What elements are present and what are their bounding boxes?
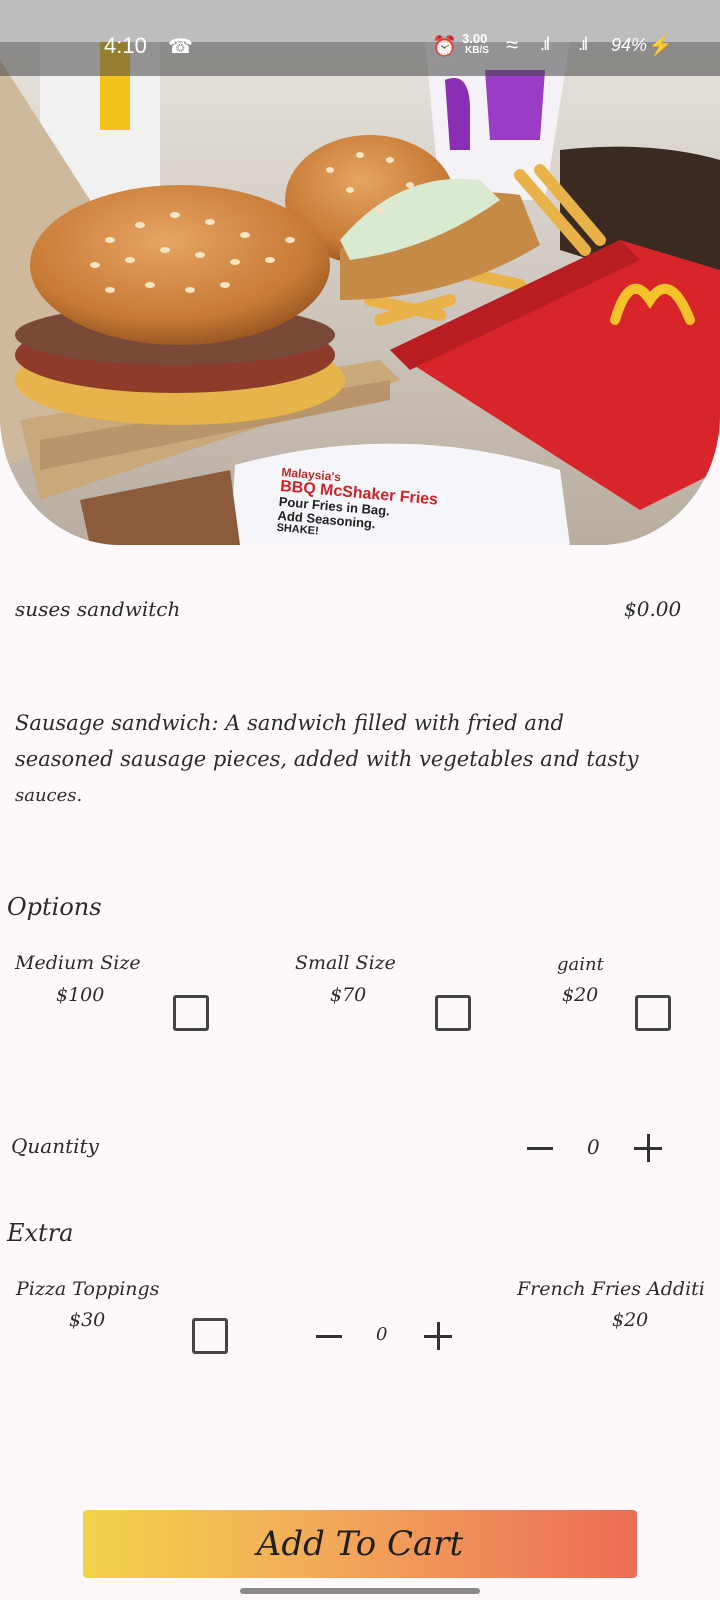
product-name: suses sandwitch: [15, 597, 181, 621]
charging-icon: ⚡: [648, 35, 673, 57]
add-to-cart-button[interactable]: Add To Cart: [83, 1510, 637, 1578]
option-checkbox-small[interactable]: [435, 995, 471, 1031]
option-label-small: Small Size: [295, 952, 396, 974]
status-time: 4:10: [104, 33, 147, 58]
option-price-medium: $100: [56, 984, 105, 1006]
description-line-1: Sausage sandwich: A sandwich filled with…: [15, 711, 564, 735]
extra-decrement-button[interactable]: [316, 1335, 342, 1338]
quantity-label: Quantity: [11, 1134, 99, 1158]
quantity-increment-button[interactable]: [634, 1134, 662, 1162]
whatsapp-icon: ☎: [168, 36, 193, 58]
extra-label-pizza-toppings: Pizza Toppings: [16, 1278, 160, 1300]
product-price: $0.00: [624, 597, 682, 621]
description-line-3: sauces.: [15, 785, 83, 806]
extra-checkbox-pizza-toppings[interactable]: [192, 1318, 228, 1354]
option-label-medium: Medium Size: [15, 952, 141, 974]
extra-heading: Extra: [7, 1219, 74, 1247]
options-heading: Options: [7, 893, 102, 921]
wifi-icon: ≈: [506, 32, 519, 57]
description-line-2: seasoned sausage pieces, added with vege…: [15, 747, 639, 771]
promo-leaflet-text: Malaysia's BBQ McShaker Fries Pour Fries…: [276, 465, 439, 545]
net-speed-unit: KB/S: [465, 45, 489, 56]
alarm-icon: ⏰: [432, 36, 457, 58]
signal-icon-1: .ıl: [540, 34, 550, 54]
hero-food-image: Malaysia's BBQ McShaker Fries Pour Fries…: [0, 0, 720, 545]
extra-item-french-fries: French Fries Additi $20: [517, 1276, 720, 1346]
gesture-nav-handle[interactable]: [240, 1588, 480, 1594]
quantity-decrement-button[interactable]: [527, 1147, 553, 1150]
battery-level: 94%: [611, 35, 648, 55]
option-label-gaint: gaint: [557, 954, 604, 975]
signal-icon-2: .ıl: [578, 34, 588, 54]
option-price-small: $70: [330, 984, 367, 1006]
option-price-gaint: $20: [562, 984, 599, 1006]
option-checkbox-gaint[interactable]: [635, 995, 671, 1031]
extra-price-french-fries: $20: [612, 1309, 649, 1331]
extra-qty-pizza-toppings: 0: [376, 1324, 388, 1345]
extra-price-pizza-toppings: $30: [69, 1309, 106, 1331]
extra-increment-button[interactable]: [424, 1322, 452, 1350]
extra-label-french-fries: French Fries Additi: [517, 1278, 705, 1300]
net-speed-value: 3.00: [462, 31, 488, 46]
quantity-value: 0: [587, 1135, 600, 1159]
option-checkbox-medium[interactable]: [173, 995, 209, 1031]
food-photo-illustration: [0, 0, 720, 545]
